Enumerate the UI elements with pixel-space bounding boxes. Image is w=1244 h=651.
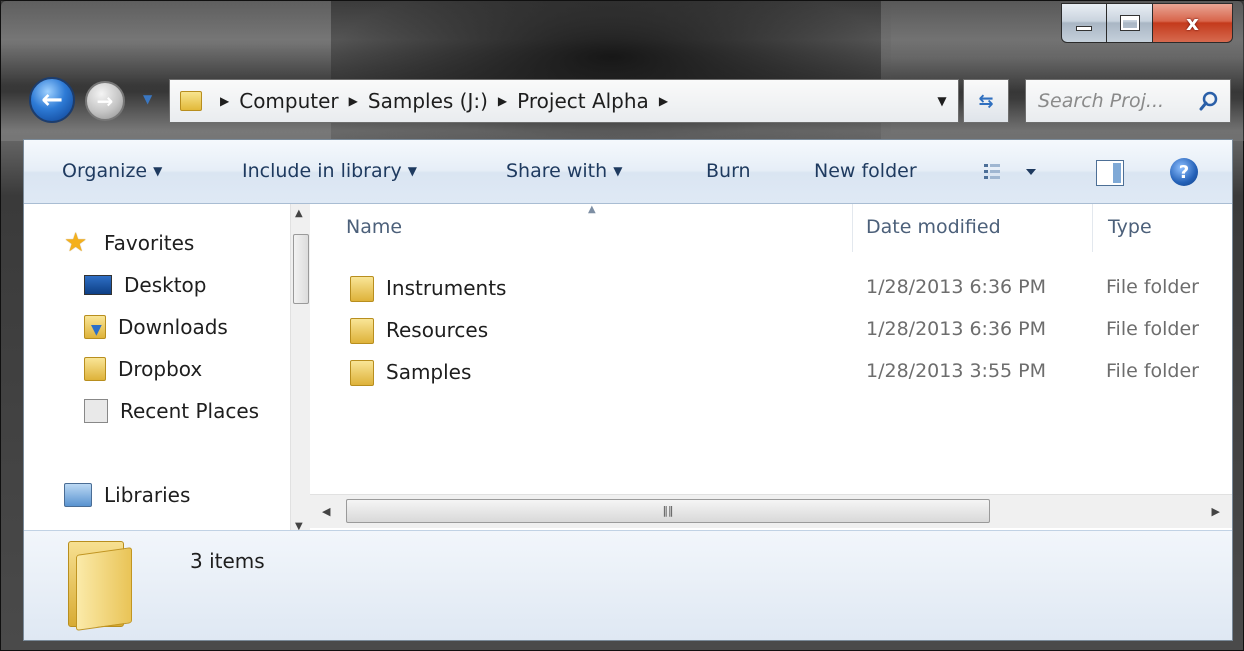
nav-item-label: Desktop <box>124 273 207 297</box>
folder-front <box>76 547 132 631</box>
search-input[interactable]: Search Proj... <box>1025 79 1231 123</box>
explorer-content: Organize ▼ Include in library ▼ Share with… <box>23 139 1233 641</box>
search-placeholder: Search Proj... <box>1038 90 1165 112</box>
breadcrumb-computer[interactable]: Computer <box>237 89 340 113</box>
recent-places-icon <box>84 399 108 423</box>
nav-pane-scrollbar[interactable]: ▲ ▼ <box>290 204 310 534</box>
folder-icon <box>180 91 202 111</box>
chevron-down-icon: ▼ <box>937 94 947 108</box>
nav-libraries[interactable]: Libraries <box>64 480 190 510</box>
back-arrow-icon: ← <box>41 85 63 115</box>
scroll-right-icon[interactable]: ▶ <box>1212 505 1220 518</box>
command-bar: Organize ▼ Include in library ▼ Share with… <box>24 140 1232 204</box>
share-with-button[interactable]: Share with ▼ <box>506 160 622 182</box>
navigation-bar: ← → ▼ ▶ Computer ▶ Samples (J:) ▶ Projec… <box>23 69 1233 127</box>
breadcrumb-project-alpha[interactable]: Project Alpha <box>515 89 651 113</box>
close-button[interactable]: x <box>1153 3 1233 43</box>
details-pane: 3 items <box>24 530 1232 640</box>
include-in-library-button[interactable]: Include in library ▼ <box>242 160 417 182</box>
folder-icon <box>350 276 374 302</box>
desktop-icon <box>84 275 112 295</box>
file-type: File folder <box>1106 318 1199 340</box>
file-date: 1/28/2013 6:36 PM <box>866 276 1047 298</box>
scrollbar-thumb[interactable] <box>293 234 309 304</box>
scroll-left-icon[interactable]: ◀ <box>322 505 330 518</box>
scroll-up-icon[interactable]: ▲ <box>295 208 303 219</box>
share-with-label: Share with <box>506 160 608 182</box>
column-header-date-modified[interactable]: Date modified <box>866 216 1001 238</box>
file-row[interactable]: Instruments 1/28/2013 6:36 PM File folde… <box>310 270 1232 306</box>
nav-item-label: Dropbox <box>118 357 203 381</box>
minimize-icon <box>1076 25 1092 31</box>
file-type: File folder <box>1106 360 1199 382</box>
breadcrumb-chevron-icon[interactable]: ▶ <box>349 94 358 108</box>
chevron-down-icon: ▼ <box>407 164 417 178</box>
preview-pane-icon[interactable] <box>1096 160 1124 186</box>
address-bar[interactable]: ▶ Computer ▶ Samples (J:) ▶ Project Alph… <box>169 79 959 123</box>
favorites-label: Favorites <box>104 231 195 255</box>
organize-button[interactable]: Organize ▼ <box>62 160 162 182</box>
file-date: 1/28/2013 3:55 PM <box>866 360 1047 382</box>
nav-item-label: Recent Places <box>120 399 260 423</box>
breadcrumb-chevron-icon[interactable]: ▶ <box>659 94 668 108</box>
sort-ascending-icon: ▲ <box>588 204 596 215</box>
explorer-window: x ← → ▼ ▶ Computer ▶ Samples (J:) ▶ Proj… <box>0 0 1244 651</box>
file-date: 1/28/2013 6:36 PM <box>866 318 1047 340</box>
nav-item-dropbox[interactable]: Dropbox <box>84 354 202 384</box>
change-view-icon[interactable] <box>984 162 1044 184</box>
file-list: ▲ Name Date modified Type Instruments 1/… <box>310 204 1232 534</box>
file-name: Resources <box>386 318 489 342</box>
back-button[interactable]: ← <box>29 77 75 123</box>
breadcrumb-chevron-icon[interactable]: ▶ <box>498 94 507 108</box>
minimize-button[interactable] <box>1061 3 1107 43</box>
column-divider[interactable] <box>852 204 853 252</box>
search-icon[interactable] <box>1198 90 1220 112</box>
nav-item-downloads[interactable]: Downloads <box>84 312 228 342</box>
address-history-dropdown[interactable]: ▼ <box>926 80 958 122</box>
chevron-down-icon: ▼ <box>153 164 163 178</box>
burn-button[interactable]: Burn <box>706 160 751 182</box>
help-icon[interactable]: ? <box>1170 158 1198 186</box>
refresh-button[interactable]: ⇆ <box>963 79 1009 123</box>
new-folder-button[interactable]: New folder <box>814 160 917 182</box>
nav-favorites[interactable]: ★ Favorites <box>64 228 194 258</box>
downloads-folder-icon <box>84 315 106 339</box>
file-row[interactable]: Resources 1/28/2013 6:36 PM File folder <box>310 312 1232 348</box>
refresh-icon: ⇆ <box>978 90 994 112</box>
column-divider[interactable] <box>1092 204 1093 252</box>
recent-pages-dropdown[interactable]: ▼ <box>143 92 152 106</box>
organize-label: Organize <box>62 160 148 182</box>
navigation-pane: ★ Favorites Desktop Downloads Dropbox Re… <box>24 204 310 534</box>
libraries-label: Libraries <box>104 483 191 507</box>
file-name: Samples <box>386 360 472 384</box>
nav-item-label: Downloads <box>118 315 228 339</box>
forward-arrow-icon: → <box>96 89 114 113</box>
forward-button[interactable]: → <box>85 81 125 121</box>
maximize-button[interactable] <box>1107 3 1153 43</box>
folder-icon <box>350 360 374 386</box>
breadcrumb-samples-drive[interactable]: Samples (J:) <box>366 89 490 113</box>
nav-item-recent-places[interactable]: Recent Places <box>84 396 259 426</box>
file-type: File folder <box>1106 276 1199 298</box>
star-icon: ★ <box>64 228 88 258</box>
file-list-horizontal-scrollbar[interactable]: ◀ ‖‖ ▶ <box>310 494 1232 528</box>
nav-item-desktop[interactable]: Desktop <box>84 270 206 300</box>
include-in-library-label: Include in library <box>242 160 402 182</box>
breadcrumb-chevron-icon[interactable]: ▶ <box>220 94 229 108</box>
scrollbar-thumb[interactable]: ‖‖ <box>346 499 990 523</box>
close-icon: x <box>1186 11 1199 35</box>
caption-buttons: x <box>1061 3 1233 43</box>
folder-icon <box>84 357 106 381</box>
column-header-name[interactable]: Name <box>346 216 402 238</box>
file-row[interactable]: Samples 1/28/2013 3:55 PM File folder <box>310 354 1232 390</box>
maximize-icon <box>1119 15 1140 31</box>
libraries-icon <box>64 483 92 507</box>
large-folder-icon <box>68 541 132 631</box>
file-name: Instruments <box>386 276 507 300</box>
item-count: 3 items <box>190 549 265 573</box>
chevron-down-icon: ▼ <box>613 164 623 178</box>
column-header-type[interactable]: Type <box>1108 216 1152 238</box>
folder-icon <box>350 318 374 344</box>
